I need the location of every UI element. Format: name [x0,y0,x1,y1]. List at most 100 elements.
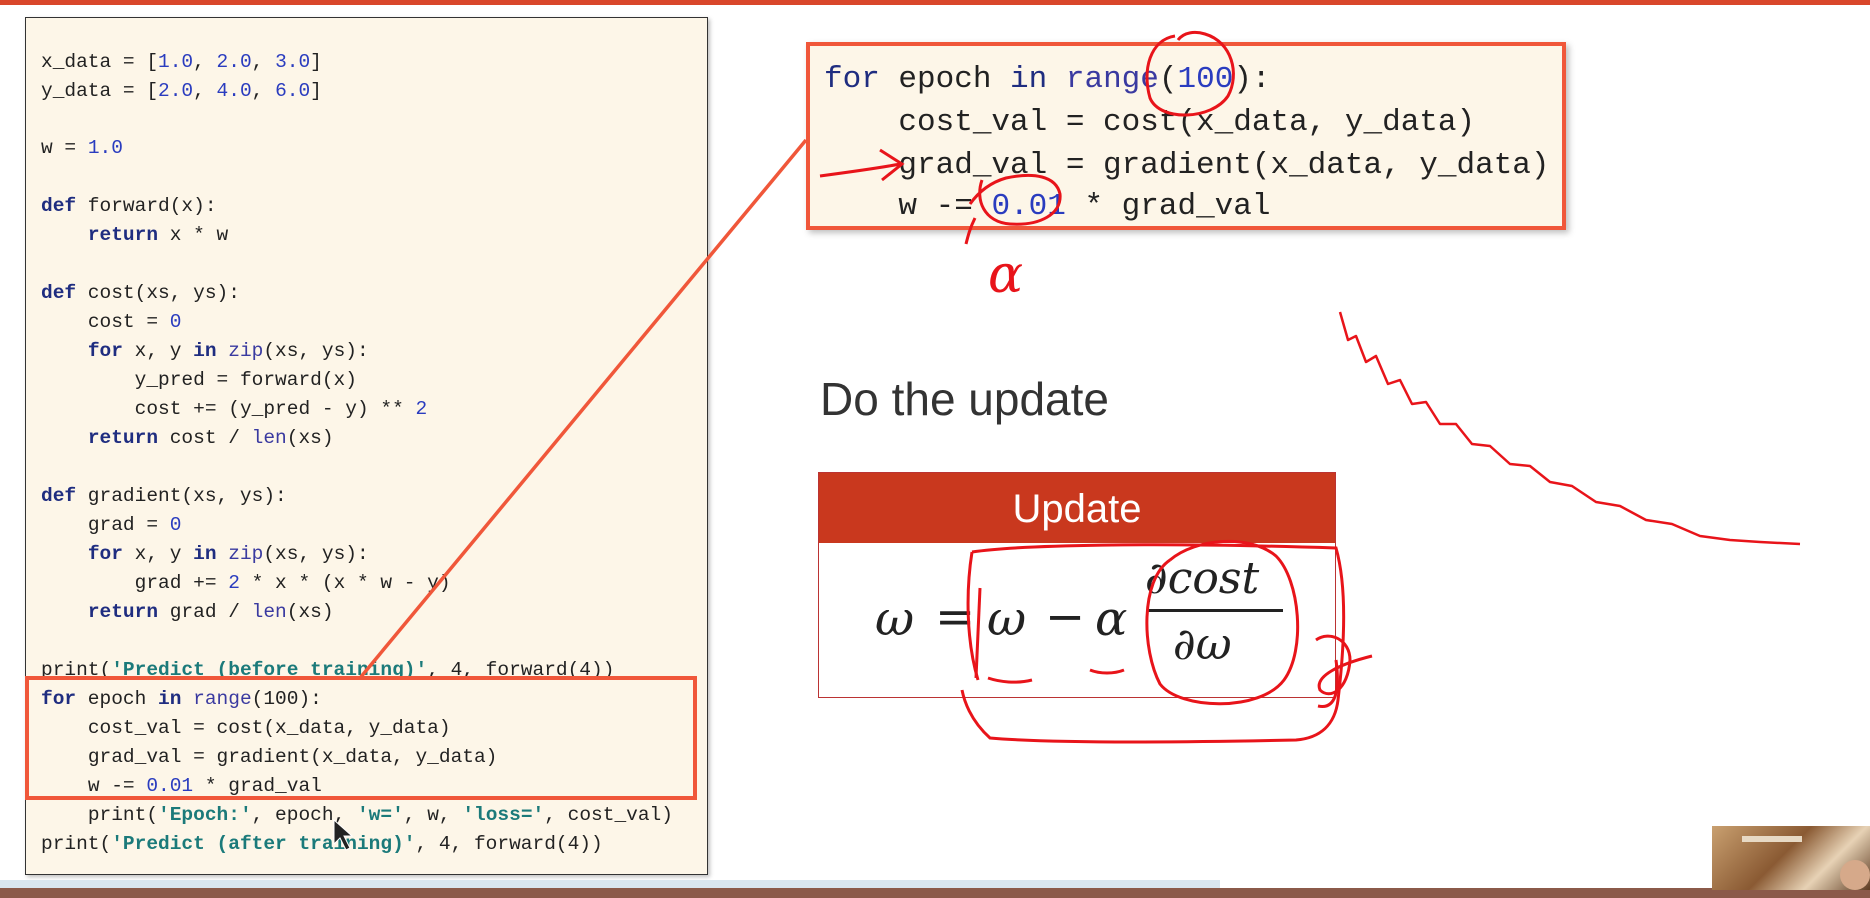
formula-lhs: ω [875,591,915,647]
code-text: ] [310,80,322,102]
code-line-return-grad: return grad / len(xs) [41,599,334,625]
webcam-thumbnail [1712,826,1870,890]
code-text: ): [1233,62,1271,97]
zoom-line-for-epoch: for epoch in range(100): [824,60,1271,100]
code-number: 6.0 [275,80,311,102]
webcam-shelf [1742,836,1802,842]
code-keyword: for [87,543,123,565]
code-text: , [193,51,217,73]
code-text: y_pred = forward(x) [134,369,357,391]
code-text: grad += [134,572,229,594]
code-builtin: range [1047,62,1159,97]
code-text: * x * (x * w - y) [239,572,451,594]
code-text: epoch [76,688,159,710]
slide-heading: Do the update [820,373,1110,425]
code-number: 2.0 [158,80,194,102]
code-keyword: for [41,688,77,710]
code-line-print-before: print('Predict (before training)', 4, fo… [41,657,614,683]
formula-minus: − [1045,589,1086,645]
code-line-cost-accum: cost += (y_pred - y) ** 2 [41,396,428,422]
code-line-cost-init: cost = 0 [41,309,182,335]
formula-alpha: α [1095,591,1128,647]
code-text: w -= [824,189,992,224]
code-text: grad_val = gradient(x_data, y_data) [87,746,498,768]
code-number: 0 [169,514,182,536]
code-text: (xs) [286,601,334,623]
code-text: print( [41,833,112,855]
code-line-y-data: y_data = [2.0, 4.0, 6.0] [41,78,322,104]
code-keyword: for [87,340,123,362]
code-text: x_data = [ [41,51,159,73]
code-line-for-epoch: for epoch in range(100): [41,686,322,712]
code-line-grad-for: for x, y in zip(xs, ys): [41,541,369,567]
code-text: , [251,80,276,102]
code-builtin: len [251,427,287,449]
code-text: w -= [87,775,147,797]
code-builtin: zip [216,543,264,565]
code-text: ( [1158,62,1178,97]
update-title: Update [819,473,1335,543]
code-keyword: in [193,543,217,565]
code-text: gradient(xs, ys): [76,485,287,507]
formula-omega: ω [987,591,1027,647]
code-panel: x_data = [1.0, 2.0, 3.0] y_data = [2.0, … [25,17,708,875]
code-number: 2 [415,398,428,420]
code-line-return-forward: return x * w [41,222,228,248]
code-text: ] [310,51,322,73]
code-builtin: len [251,601,287,623]
code-text: x, y [122,543,194,565]
code-line-cost-val: cost_val = cost(x_data, y_data) [41,715,451,741]
code-string: 'Predict (before training)' [111,659,428,681]
code-number: 4.0 [216,80,252,102]
code-number: 2.0 [216,51,252,73]
code-keyword: def [41,485,77,507]
code-text: (xs, ys): [263,543,369,565]
code-text: , epoch, [251,804,357,826]
code-line-def-forward: def forward(x): [41,193,217,219]
zoom-line-grad-val: grad_val = gradient(x_data, y_data) [824,148,1550,183]
code-text: (xs, ys): [263,340,369,362]
code-builtin: range [181,688,252,710]
code-line-x-data: x_data = [1.0, 2.0, 3.0] [41,49,322,75]
code-text: forward(x): [76,195,217,217]
code-text: * grad_val [193,775,322,797]
code-string: 'Predict (after training)' [111,833,416,855]
code-text: epoch [879,62,1011,97]
code-text: , cost_val) [544,804,673,826]
code-text: cost / [158,427,252,449]
code-line-def-cost: def cost(xs, ys): [41,280,240,306]
code-text: , 4, forward(4)) [427,659,615,681]
slide-bottom-bar [0,888,1870,898]
code-keyword: def [41,282,77,304]
code-number: 0.01 [991,189,1066,224]
formula-fraction-bar [1147,609,1283,612]
code-builtin: zip [216,340,264,362]
code-text: (xs) [286,427,334,449]
code-number: 3.0 [275,51,311,73]
code-keyword: in [1010,62,1048,97]
code-text: cost += (y_pred - y) ** [134,398,416,420]
code-text: cost = [87,311,170,333]
webcam-person [1840,860,1870,890]
ink-alpha-note: α [988,245,1023,305]
code-keyword: return [87,224,159,246]
update-formula: ω = ω − α ∂cost ∂ω [819,543,1335,697]
code-text: cost_val = cost(x_data, y_data) [87,717,451,739]
code-line-return-cost: return cost / len(xs) [41,425,334,451]
code-line-w-update: w -= 0.01 * grad_val [41,773,322,799]
code-text: x, y [122,340,194,362]
code-text: , [251,51,276,73]
code-text: , 4, forward(4)) [415,833,603,855]
